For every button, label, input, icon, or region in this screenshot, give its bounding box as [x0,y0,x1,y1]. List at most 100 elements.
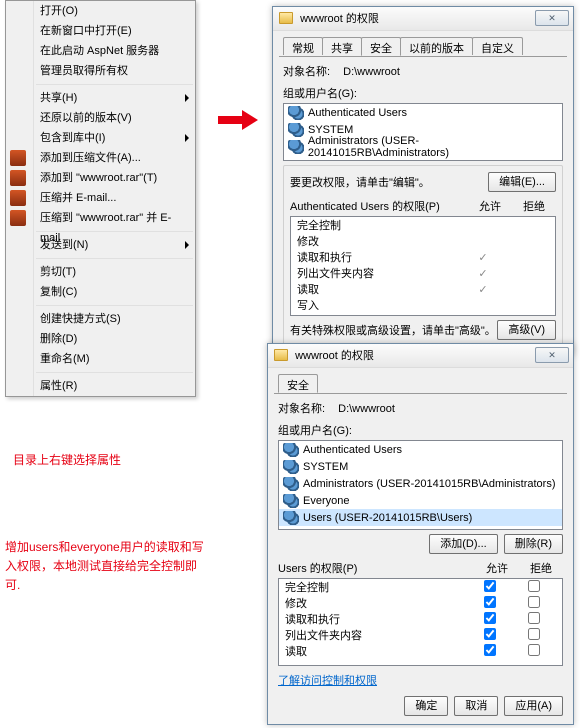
perm-name: 读取 [285,643,468,659]
context-menu: 打开(O)在新窗口中打开(E)在此启动 AspNet 服务器管理员取得所有权共享… [5,0,196,397]
perm-row: 写入 [291,297,555,313]
menu-item[interactable]: 在此启动 AspNet 服务器 [6,41,195,61]
menu-separator [36,84,193,85]
perm-name: 写入 [297,297,461,313]
dlg2-tabs: 安全 [274,374,567,394]
perm-name: 完全控制 [297,217,461,233]
dlg2-titlebar: wwwroot 的权限 ✕ [268,344,573,368]
menu-item[interactable]: 打开(O) [6,1,195,21]
change-perm-hint: 要更改权限，请单击"编辑"。 [290,174,488,190]
tab-1[interactable]: 共享 [322,37,362,55]
perm-name: 修改 [285,595,468,611]
perm-owner-label: Users 的权限(P) [278,560,475,576]
tab-3[interactable]: 以前的版本 [400,37,473,55]
menu-item[interactable]: 添加到压缩文件(A)... [6,148,195,168]
tab-0[interactable]: 常规 [283,37,323,55]
col-allow: 允许 [475,560,519,576]
close-button[interactable]: ✕ [535,10,569,26]
allow-checkbox[interactable] [484,580,496,592]
tab-security[interactable]: 安全 [278,374,318,393]
object-name-value: D:\wwwroot [343,66,400,78]
user-row[interactable]: Administrators (USER-20141015RB\Administ… [284,138,562,155]
user-row[interactable]: Users (USER-20141015RB\Users) [279,509,562,526]
menu-item[interactable]: 压缩并 E-mail... [6,188,195,208]
user-icon [288,106,304,120]
deny-checkbox[interactable] [528,644,540,656]
advanced-hint: 有关特殊权限或高级设置，请单击"高级"。 [290,322,497,338]
perm-name: 列出文件夹内容 [285,627,468,643]
user-row[interactable]: Everyone [279,492,562,509]
add-button[interactable]: 添加(D)... [429,534,497,554]
ok-button[interactable]: 确定 [404,696,448,716]
menu-item[interactable]: 压缩到 "wwwroot.rar" 并 E-mail [6,208,195,228]
folder-icon [274,349,288,361]
dlg2-title: wwwroot 的权限 [295,350,374,362]
allow-checkbox[interactable] [484,628,496,640]
menu-separator [36,258,193,259]
dlg1-title: wwwroot 的权限 [300,13,379,25]
perm-row: 完全控制 [291,217,555,233]
perm-name: 列出文件夹内容 [297,265,461,281]
close-button[interactable]: ✕ [535,347,569,363]
perm-row: 完全控制 [279,579,562,595]
user-icon [283,460,299,474]
submenu-arrow-icon [185,241,189,249]
group-users-label: 组或用户名(G): [283,85,563,101]
apply-button[interactable]: 应用(A) [504,696,563,716]
perm-name: 读取 [297,281,461,297]
allow-mark: ✓ [461,283,505,296]
user-icon [283,511,299,525]
menu-item[interactable]: 复制(C) [6,282,195,302]
menu-item[interactable]: 发送到(N) [6,235,195,255]
perm-row: 读取✓ [291,281,555,297]
perm-row: 读取 [279,643,562,659]
allow-checkbox[interactable] [484,644,496,656]
user-name: Everyone [303,495,349,507]
dlg1-tabs: 常规共享安全以前的版本自定义 [279,37,567,57]
acl-help-link[interactable]: 了解访问控制和权限 [278,675,377,687]
menu-item[interactable]: 属性(R) [6,376,195,396]
permissions-grid-edit[interactable]: 完全控制修改读取和执行列出文件夹内容读取 [278,578,563,666]
menu-item[interactable]: 管理员取得所有权 [6,61,195,81]
object-name-label: 对象名称: [283,66,330,78]
perm-row: 修改 [291,233,555,249]
advanced-button[interactable]: 高级(V) [497,320,556,340]
submenu-arrow-icon [185,134,189,142]
deny-checkbox[interactable] [528,628,540,640]
menu-item[interactable]: 剪切(T) [6,262,195,282]
rar-icon [10,170,26,186]
col-deny: 拒绝 [519,560,563,576]
perm-row: 读取和执行 [279,611,562,627]
tab-2[interactable]: 安全 [361,37,401,56]
user-icon [288,123,304,137]
edit-button[interactable]: 编辑(E)... [488,172,556,192]
allow-checkbox[interactable] [484,612,496,624]
allow-checkbox[interactable] [484,596,496,608]
user-icon [288,140,304,154]
menu-item[interactable]: 删除(D) [6,329,195,349]
user-name: Administrators (USER-20141015RB\Administ… [303,478,555,490]
menu-item[interactable]: 创建快捷方式(S) [6,309,195,329]
menu-item[interactable]: 重命名(M) [6,349,195,369]
deny-checkbox[interactable] [528,596,540,608]
user-row[interactable]: Administrators (USER-20141015RB\Administ… [279,475,562,492]
object-name-value: D:\wwwroot [338,403,395,415]
users-listbox[interactable]: Authenticated UsersSYSTEMAdministrators … [283,103,563,161]
menu-item[interactable]: 在新窗口中打开(E) [6,21,195,41]
perm-row: 读取和执行✓ [291,249,555,265]
rar-icon [10,150,26,166]
users-listbox-edit[interactable]: Authenticated UsersSYSTEM Administrators … [278,440,563,530]
user-name: Administrators (USER-20141015RB\Administ… [308,135,558,159]
cancel-button[interactable]: 取消 [454,696,498,716]
user-row[interactable]: Authenticated Users [284,104,562,121]
user-row[interactable]: Authenticated Users [279,441,562,458]
user-row[interactable]: SYSTEM [279,458,562,475]
remove-button[interactable]: 删除(R) [504,534,563,554]
menu-item[interactable]: 还原以前的版本(V) [6,108,195,128]
tab-4[interactable]: 自定义 [472,37,523,55]
menu-item[interactable]: 共享(H) [6,88,195,108]
deny-checkbox[interactable] [528,612,540,624]
menu-item[interactable]: 包含到库中(I) [6,128,195,148]
menu-item[interactable]: 添加到 "wwwroot.rar"(T) [6,168,195,188]
deny-checkbox[interactable] [528,580,540,592]
